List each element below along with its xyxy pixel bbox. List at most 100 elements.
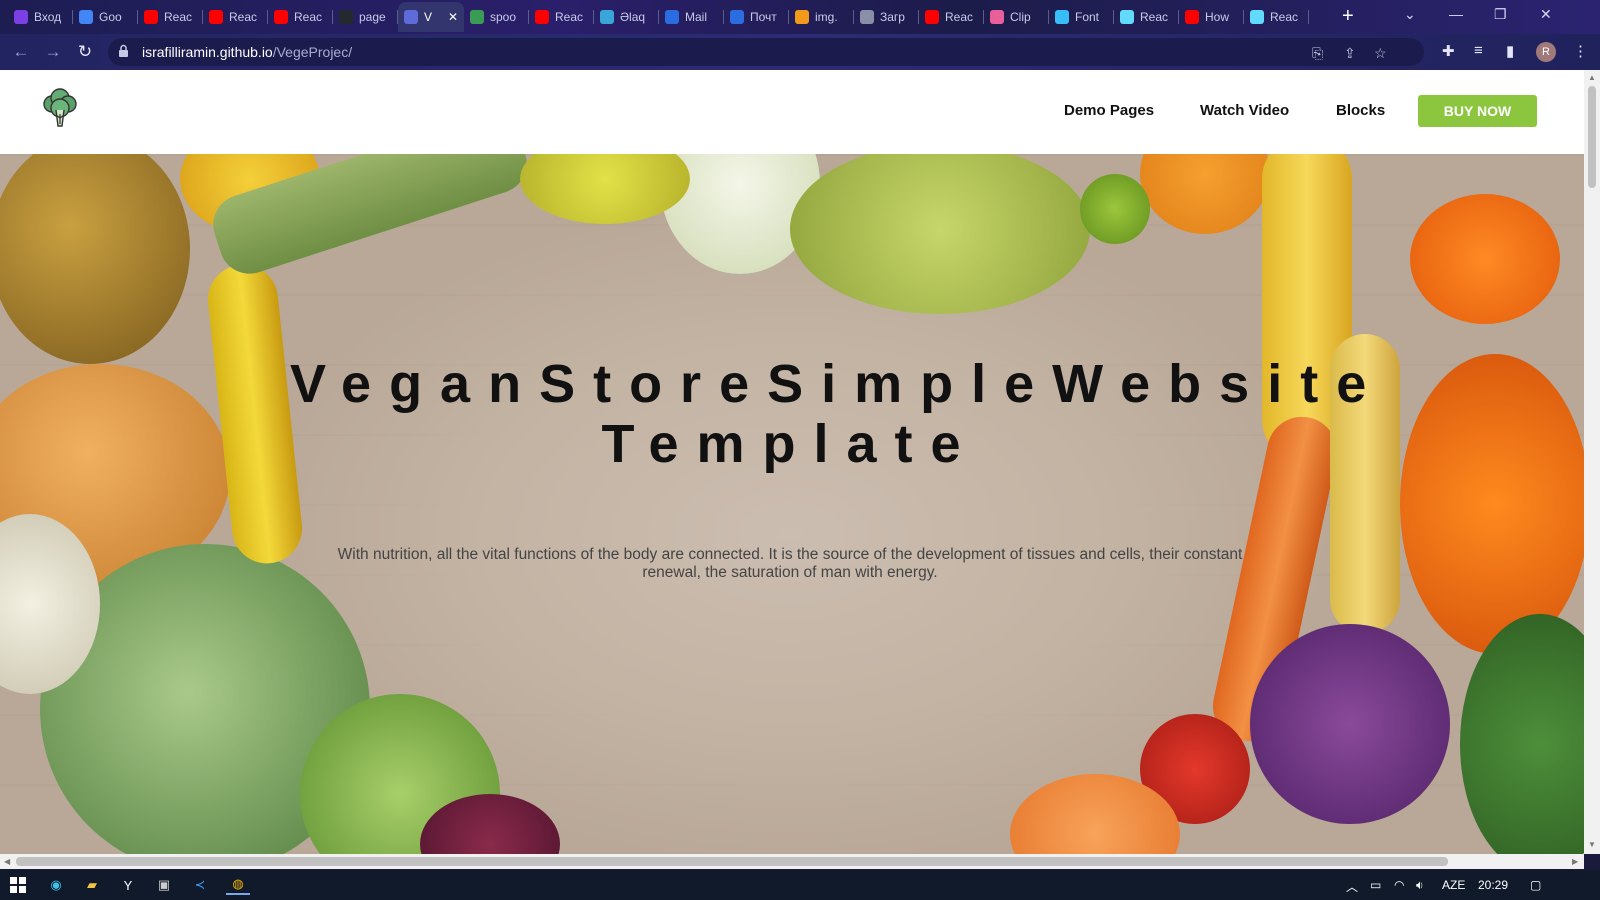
at-icon bbox=[665, 10, 679, 24]
wifi-icon[interactable]: ◠ bbox=[1394, 878, 1404, 892]
menu-kebab-icon[interactable]: ⋮ bbox=[1573, 42, 1588, 60]
browser-tab[interactable]: Reac bbox=[1244, 2, 1309, 32]
hero-bg-tomatoes bbox=[1400, 354, 1584, 654]
extensions-icon[interactable]: ✚ bbox=[1442, 42, 1455, 60]
browser-tab[interactable]: page bbox=[333, 2, 398, 32]
tab-title: page bbox=[359, 10, 386, 24]
browser-toolbar: ← → ↻ israfilliramin.github.io/VegeProje… bbox=[0, 34, 1600, 70]
file-explorer-icon[interactable]: ▰ bbox=[82, 875, 102, 895]
vscode-icon[interactable]: ≺ bbox=[190, 875, 210, 895]
browser-tab[interactable]: Reac bbox=[268, 2, 333, 32]
youtube-icon bbox=[144, 10, 158, 24]
react-icon bbox=[1250, 10, 1264, 24]
side-panel-icon[interactable]: ▮ bbox=[1506, 42, 1514, 60]
wave-icon bbox=[1055, 10, 1069, 24]
terminal-icon[interactable]: ▣ bbox=[154, 875, 174, 895]
tab-title: Mail bbox=[685, 10, 708, 24]
tab-search-icon[interactable]: ⌄ bbox=[1404, 6, 1416, 23]
tab-title: Reac bbox=[1270, 10, 1299, 24]
browser-tab[interactable]: Font bbox=[1049, 2, 1114, 32]
hero-bg-grapes bbox=[790, 154, 1090, 314]
translate-icon[interactable]: ⎘ bbox=[1312, 45, 1323, 62]
address-bar[interactable]: israfilliramin.github.io/VegeProjec/ ⎘ ⇪… bbox=[108, 38, 1424, 66]
windows-taskbar: ◉ ▰ Y ▣ ≺ ◍ ︿ ▭ ◠ 🔉︎ AZE 20:29 ▢ bbox=[0, 870, 1600, 900]
edge-icon[interactable]: ◉ bbox=[46, 875, 66, 895]
close-tab-icon[interactable]: ✕ bbox=[448, 10, 458, 24]
scroll-right-icon[interactable]: ▶ bbox=[1572, 857, 1578, 866]
browser-tab[interactable]: Почт bbox=[724, 2, 789, 32]
browser-tab[interactable]: Reac bbox=[529, 2, 594, 32]
browser-tab[interactable]: How bbox=[1179, 2, 1244, 32]
bookmark-star-icon[interactable]: ☆ bbox=[1374, 45, 1387, 62]
cloud-icon bbox=[795, 10, 809, 24]
browser-tab[interactable]: Reac bbox=[1114, 2, 1179, 32]
scroll-left-icon[interactable]: ◀ bbox=[4, 857, 10, 866]
hero-bg-pepper-orange bbox=[1410, 194, 1560, 324]
browser-tab[interactable]: Загр bbox=[854, 2, 919, 32]
nav-watch-video[interactable]: Watch Video bbox=[1200, 102, 1289, 119]
globe-icon bbox=[404, 10, 418, 24]
browser-tab[interactable]: Əlaq bbox=[594, 2, 659, 32]
github-icon bbox=[339, 10, 353, 24]
new-tab-button[interactable]: + bbox=[1342, 6, 1354, 26]
browser-tab[interactable]: Reac bbox=[919, 2, 984, 32]
browser-tab[interactable]: Reac bbox=[138, 2, 203, 32]
restore-icon[interactable]: ❐ bbox=[1494, 6, 1507, 23]
notifications-icon[interactable]: ▢ bbox=[1530, 878, 1541, 892]
hero-title: VeganStoreSimpleWebsite Template bbox=[290, 354, 1366, 474]
browser-tab[interactable]: img. bbox=[789, 2, 854, 32]
youtube-icon bbox=[1185, 10, 1199, 24]
pen-icon bbox=[600, 10, 614, 24]
tab-active[interactable]: V ✕ bbox=[398, 2, 464, 32]
battery-icon[interactable]: ▭ bbox=[1370, 878, 1381, 892]
chrome-icon[interactable]: ◍ bbox=[226, 875, 250, 895]
profile-avatar[interactable]: R bbox=[1536, 42, 1556, 62]
clock[interactable]: 20:29 bbox=[1478, 878, 1508, 892]
hero-section: VeganStoreSimpleWebsite Template With nu… bbox=[0, 154, 1584, 854]
browser-tab-strip: Вход Goo Reac Reac Reac page V ✕ spoo Reac Əlaq Mai… bbox=[0, 0, 1600, 34]
vertical-scrollbar[interactable]: ▲ ▼ bbox=[1584, 70, 1600, 854]
scroll-down-icon[interactable]: ▼ bbox=[1588, 840, 1596, 849]
tab-title: Reac bbox=[229, 10, 258, 24]
react-icon bbox=[1120, 10, 1134, 24]
reload-icon[interactable]: ↻ bbox=[74, 41, 96, 63]
tray-overflow-icon[interactable]: ︿ bbox=[1346, 878, 1358, 895]
site-header: Demo Pages Watch Video Blocks BUY NOW bbox=[0, 70, 1584, 154]
language-indicator[interactable]: AZE bbox=[1442, 878, 1465, 892]
browser-tab[interactable]: Вход bbox=[8, 2, 73, 32]
back-icon[interactable]: ← bbox=[10, 41, 32, 63]
nav-blocks[interactable]: Blocks bbox=[1336, 102, 1385, 119]
horizontal-scrollbar[interactable]: ◀ ▶ bbox=[0, 854, 1584, 869]
translate-icon bbox=[79, 10, 93, 24]
dots-icon bbox=[990, 10, 1004, 24]
browser-tab[interactable]: Reac bbox=[203, 2, 268, 32]
volume-icon[interactable]: 🔉︎ bbox=[1416, 878, 1424, 893]
share-icon[interactable]: ⇪ bbox=[1344, 45, 1356, 62]
browser-tab[interactable]: Goo bbox=[73, 2, 138, 32]
hero-description: With nutrition, all the vital functions … bbox=[337, 546, 1243, 581]
media-control-icon[interactable]: ≡ bbox=[1474, 42, 1483, 59]
tab-title: img. bbox=[815, 10, 838, 24]
forward-icon[interactable]: → bbox=[42, 41, 64, 63]
hero-title-line2: Template bbox=[601, 414, 979, 474]
minimize-icon[interactable]: — bbox=[1449, 6, 1463, 22]
buy-now-button[interactable]: BUY NOW bbox=[1418, 95, 1537, 127]
browser-tab[interactable]: Clip bbox=[984, 2, 1049, 32]
spoonacular-icon bbox=[470, 10, 484, 24]
nav-demo-pages[interactable]: Demo Pages bbox=[1064, 102, 1154, 119]
tab-title: Goo bbox=[99, 10, 122, 24]
browser-tab[interactable]: Mail bbox=[659, 2, 724, 32]
vertical-scroll-thumb[interactable] bbox=[1588, 86, 1596, 188]
tab-title: Загр bbox=[880, 10, 905, 24]
broccoli-logo-icon[interactable] bbox=[38, 86, 82, 130]
lock-icon bbox=[119, 44, 128, 57]
page-viewport: Demo Pages Watch Video Blocks BUY NOW Ve… bbox=[0, 70, 1584, 854]
horizontal-scroll-thumb[interactable] bbox=[16, 857, 1448, 866]
browser-tab[interactable]: spoo bbox=[464, 2, 529, 32]
tab-title: spoo bbox=[490, 10, 517, 24]
close-window-icon[interactable]: ✕ bbox=[1540, 6, 1552, 23]
mail-icon bbox=[14, 10, 28, 24]
windows-start-icon[interactable] bbox=[8, 875, 28, 895]
yandex-browser-icon[interactable]: Y bbox=[118, 875, 138, 895]
scroll-up-icon[interactable]: ▲ bbox=[1588, 73, 1596, 82]
